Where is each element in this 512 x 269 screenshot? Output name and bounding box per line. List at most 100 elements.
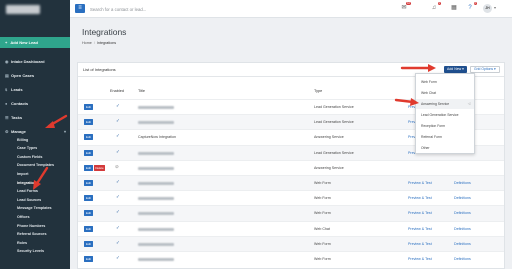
edit-button[interactable]: Edit bbox=[84, 134, 93, 141]
edit-button[interactable]: Edit bbox=[84, 180, 93, 186]
calendar-icon[interactable]: ▦ bbox=[450, 4, 458, 13]
chevron-down-icon[interactable]: ▾ bbox=[494, 5, 496, 10]
preview-test-link[interactable]: Preview & Test bbox=[408, 227, 432, 231]
sidebar-item-manage[interactable]: ⚙ Manage ▾ bbox=[0, 126, 70, 136]
integration-type: Lead Generation Service bbox=[314, 105, 354, 109]
integration-title: CaptureNow Integration bbox=[138, 135, 176, 140]
avatar[interactable]: JH bbox=[483, 4, 492, 13]
search-input[interactable] bbox=[90, 5, 230, 13]
edit-button[interactable]: Edit bbox=[84, 164, 93, 171]
definitions-link[interactable]: Definitions bbox=[454, 242, 471, 246]
delete-button[interactable]: Delete bbox=[94, 164, 105, 171]
sidebar-item-leads[interactable]: $ Leads bbox=[0, 84, 70, 94]
integration-type: Web Form bbox=[314, 211, 331, 216]
sidebar-subitem-case-types[interactable]: Case Types bbox=[0, 145, 70, 152]
sidebar-subitem-integrations[interactable]: Integrations bbox=[0, 179, 70, 186]
sidebar-subitem-document-templates[interactable]: Document Templates bbox=[0, 162, 70, 169]
integration-type: Answering Service bbox=[314, 165, 344, 170]
edit-button[interactable]: Edit bbox=[84, 149, 93, 156]
add-new-lead-button[interactable]: + Add New Lead bbox=[0, 37, 70, 48]
hamburger-menu-button[interactable]: ≡ bbox=[75, 4, 85, 13]
bell-badge: 1 bbox=[437, 2, 441, 6]
edit-button[interactable]: Edit bbox=[84, 240, 93, 247]
preview-test-link[interactable]: Preview & Test bbox=[408, 242, 432, 246]
edit-button[interactable]: Edit bbox=[84, 119, 93, 126]
sidebar-item-label: Leads bbox=[11, 86, 23, 92]
sidebar-subitem-referral-sources[interactable]: Referral Sources bbox=[0, 231, 70, 238]
chevron-down-icon: ▾ bbox=[63, 128, 66, 134]
top-bar: ≡ ✉10 ♫1 ▦ ?2 JH ▾ bbox=[70, 0, 512, 18]
pointer-cursor-icon: ☜ bbox=[467, 101, 471, 106]
sidebar-subitem-offices[interactable]: Offices bbox=[0, 213, 70, 220]
dropdown-item-label: Web Chat bbox=[421, 91, 437, 95]
dropdown-item-referral-form[interactable]: Referral Form bbox=[416, 132, 474, 142]
dropdown-item-other[interactable]: Other bbox=[416, 143, 474, 153]
mail-icon[interactable]: ✉ 10 bbox=[400, 2, 411, 13]
dropdown-item-web-form[interactable]: Web Form bbox=[416, 77, 474, 87]
sidebar-item-tasks[interactable]: ☰ Tasks bbox=[0, 112, 70, 122]
dropdown-item-reception-form[interactable]: Reception Form bbox=[416, 121, 474, 131]
dropdown-item-label: Web Form bbox=[421, 80, 437, 84]
sidebar-item-intake-dashboard[interactable]: ◉ Intake Dashboard bbox=[0, 56, 70, 66]
sidebar-item-label: Open Cases bbox=[11, 72, 35, 78]
table-row: Edit ✓ Web Form Preview & Test Definitions bbox=[78, 235, 504, 252]
check-icon: ✓ bbox=[116, 255, 120, 260]
preview-test-link[interactable]: Preview & Test bbox=[408, 211, 432, 215]
integration-title bbox=[138, 106, 174, 109]
integration-title bbox=[138, 166, 174, 170]
integration-title bbox=[138, 227, 174, 231]
sidebar-item-open-cases[interactable]: ▤ Open Cases bbox=[0, 70, 70, 80]
preview-test-link[interactable]: Preview & Test bbox=[408, 257, 432, 261]
integration-title bbox=[138, 212, 174, 216]
add-new-lead-label: Add New Lead bbox=[10, 40, 38, 45]
sidebar-item-label: Manage bbox=[11, 128, 26, 134]
sidebar-item-label: Intake Dashboard bbox=[11, 58, 45, 64]
add-new-button[interactable]: Add New ▾ bbox=[444, 66, 467, 73]
integration-type: Web Form bbox=[314, 181, 331, 185]
preview-test-link[interactable]: Preview & Test bbox=[408, 181, 432, 185]
sidebar-subitem-custom-fields[interactable]: Custom Fields bbox=[0, 153, 70, 160]
mail-badge: 10 bbox=[406, 2, 411, 6]
definitions-link[interactable]: Definitions bbox=[454, 257, 471, 261]
help-icon[interactable]: ? 2 bbox=[466, 2, 477, 13]
grid-options-button[interactable]: Grid Options ▾ bbox=[470, 66, 500, 73]
sidebar-subitem-security-levels[interactable]: Security Levels bbox=[0, 248, 70, 255]
check-icon: ✓ bbox=[116, 118, 120, 124]
definitions-link[interactable]: Definitions bbox=[454, 211, 471, 215]
sidebar-subitem-message-templates[interactable]: Message Templates bbox=[0, 205, 70, 212]
column-header-enabled[interactable]: Enabled bbox=[110, 89, 124, 93]
sidebar-subitem-lead-forms[interactable]: Lead Forms bbox=[0, 188, 70, 195]
sidebar-subitem-billing[interactable]: Billing bbox=[0, 136, 70, 143]
sidebar-item-contacts[interactable]: ● Contacts bbox=[0, 98, 70, 108]
sidebar-subitem-import[interactable]: Import bbox=[0, 170, 70, 177]
edit-button[interactable]: Edit bbox=[84, 225, 93, 232]
definitions-link[interactable]: Definitions bbox=[454, 227, 471, 231]
integration-title bbox=[138, 182, 174, 185]
dropdown-item-label: Referral Form bbox=[421, 135, 442, 139]
edit-button[interactable]: Edit bbox=[84, 195, 93, 202]
check-icon: ✓ bbox=[116, 148, 120, 154]
sidebar-subitem-roles[interactable]: Roles bbox=[0, 239, 70, 246]
logo bbox=[6, 5, 40, 14]
edit-button[interactable]: Edit bbox=[84, 210, 93, 217]
check-icon: ✓ bbox=[116, 179, 120, 184]
edit-button[interactable]: Edit bbox=[84, 256, 93, 262]
column-header-title[interactable]: Title bbox=[138, 89, 145, 93]
dropdown-item-lead-generation-service[interactable]: Lead Generation Service bbox=[416, 110, 474, 120]
column-header-type[interactable]: Type bbox=[314, 89, 322, 93]
preview-test-link[interactable]: Preview & Test bbox=[408, 196, 432, 200]
sidebar-item-label: Tasks bbox=[11, 114, 23, 120]
integration-title bbox=[138, 151, 174, 155]
dropdown-item-answering-service[interactable]: Answering Service ☜ bbox=[416, 99, 474, 109]
sidebar-subitem-phone-numbers[interactable]: Phone Numbers bbox=[0, 222, 70, 229]
dropdown-item-web-chat[interactable]: Web Chat bbox=[416, 88, 474, 98]
table-row: Edit Delete ⊘ Answering Service bbox=[78, 159, 504, 176]
sidebar-subitem-lead-sources[interactable]: Lead Sources bbox=[0, 196, 70, 203]
bell-icon[interactable]: ♫ 1 bbox=[430, 2, 441, 13]
page-title: Integrations bbox=[82, 27, 127, 37]
edit-button[interactable]: Edit bbox=[84, 104, 93, 110]
definitions-link[interactable]: Definitions bbox=[454, 196, 471, 200]
integration-type: Web Chat bbox=[314, 226, 330, 231]
breadcrumb-home-link[interactable]: Home bbox=[82, 41, 92, 45]
definitions-link[interactable]: Definitions bbox=[454, 181, 471, 185]
